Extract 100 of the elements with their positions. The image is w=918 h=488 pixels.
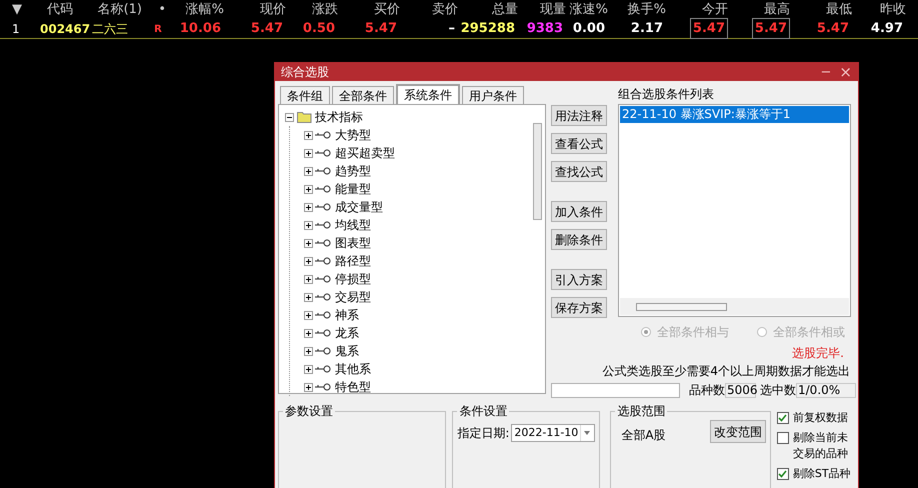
tree-item[interactable]: 均线型: [335, 216, 371, 234]
radio-label: 全部条件相与: [657, 324, 729, 341]
table-cell-text: 295288: [460, 20, 516, 38]
column-header[interactable]: 现量: [540, 0, 566, 20]
change-scope-button[interactable]: 改变范围: [710, 420, 766, 443]
scrollbar-thumb[interactable]: [533, 123, 542, 220]
action-button[interactable]: 加入条件: [551, 201, 607, 222]
close-button[interactable]: ×: [839, 64, 852, 80]
date-field[interactable]: 2022-11-10: [511, 424, 596, 442]
collapse-icon[interactable]: [285, 112, 294, 122]
table-cell-text: 5.47: [364, 20, 398, 38]
expand-icon[interactable]: [304, 166, 313, 176]
tab[interactable]: 系统条件: [396, 84, 460, 104]
table-cell-text: 5.47: [816, 20, 850, 38]
column-header[interactable]: 最低: [826, 0, 852, 20]
scrollbar-thumb[interactable]: [636, 302, 727, 310]
tree-item[interactable]: 成交量型: [335, 198, 383, 216]
expand-icon[interactable]: [304, 130, 313, 140]
group-title: 选股范围: [616, 403, 666, 420]
checkbox[interactable]: [776, 468, 789, 480]
key-icon: [315, 275, 331, 283]
expand-icon[interactable]: [304, 220, 313, 230]
expand-icon[interactable]: [304, 310, 313, 320]
expand-icon[interactable]: [304, 256, 313, 266]
folder-icon: [297, 111, 312, 123]
list-title: 组合选股条件列表: [618, 86, 715, 103]
action-button[interactable]: 引入方案: [551, 269, 607, 290]
key-icon: [315, 347, 331, 355]
tree-item[interactable]: 趋势型: [335, 162, 371, 180]
table-cell-text: 0.50: [302, 20, 336, 38]
expand-icon[interactable]: [304, 364, 313, 374]
table-cell-text: –: [448, 20, 456, 38]
key-icon: [315, 257, 331, 265]
scope-text: 全部A股: [621, 427, 666, 444]
column-header[interactable]: 最高: [764, 0, 790, 20]
checkbox-label: 剔除ST品种: [792, 466, 851, 482]
expand-icon[interactable]: [304, 346, 313, 356]
table-cell-text: 1: [12, 20, 20, 38]
column-header[interactable]: 涨跌: [312, 0, 338, 20]
tree-item[interactable]: 大势型: [335, 126, 371, 144]
action-button[interactable]: 查看公式: [551, 133, 607, 154]
checkbox[interactable]: [776, 412, 789, 424]
column-header[interactable]: 涨幅%: [186, 0, 224, 20]
expand-icon[interactable]: [304, 382, 313, 392]
list-item[interactable]: 22-11-10 暴涨SVIP:暴涨等于1: [620, 106, 849, 123]
expand-icon[interactable]: [304, 274, 313, 284]
expand-icon[interactable]: [304, 292, 313, 302]
selected-count-field: 1/0.0%: [796, 382, 856, 398]
checkbox[interactable]: [776, 432, 789, 444]
tab[interactable]: 用户条件: [462, 86, 524, 104]
minimize-button[interactable]: −: [820, 66, 832, 78]
tree-item[interactable]: 路径型: [335, 252, 371, 270]
column-header[interactable]: 涨速%: [570, 0, 608, 20]
window-title: 综合选股: [281, 64, 329, 81]
tree-item[interactable]: 其他系: [335, 360, 371, 378]
count-field: 5006: [725, 382, 756, 398]
expand-icon[interactable]: [304, 202, 313, 212]
column-header[interactable]: 总量: [492, 0, 518, 20]
column-header[interactable]: 现价: [260, 0, 286, 20]
group-title: 参数设置: [284, 403, 334, 420]
column-header[interactable]: 代码: [47, 0, 73, 20]
action-button[interactable]: 用法注释: [551, 105, 607, 126]
table-cell: 5.47: [752, 18, 790, 40]
group-title: 条件设置: [458, 403, 508, 420]
tab[interactable]: 条件组: [280, 86, 330, 104]
table-cell-text: 10.06: [178, 20, 222, 38]
expand-icon[interactable]: [304, 238, 313, 248]
action-button[interactable]: 删除条件: [551, 229, 607, 250]
tab[interactable]: 全部条件: [332, 86, 394, 104]
tree-item[interactable]: 交易型: [335, 288, 371, 306]
column-header[interactable]: 卖价: [432, 0, 458, 20]
tree-item[interactable]: 超买超卖型: [335, 144, 395, 162]
checkbox-label: 剔除当前未交易的品种: [792, 430, 849, 462]
column-header[interactable]: ▼: [12, 0, 22, 20]
action-button[interactable]: 保存方案: [551, 297, 607, 318]
key-icon: [315, 293, 331, 301]
column-header[interactable]: 名称(1): [98, 0, 142, 20]
tree-item[interactable]: 鬼系: [335, 342, 359, 360]
tree-item[interactable]: 特色型: [335, 378, 371, 396]
column-header[interactable]: 今开: [702, 0, 728, 20]
check-icon: [778, 414, 788, 422]
table-cell-text: 0.00: [572, 20, 606, 38]
column-header[interactable]: 买价: [374, 0, 400, 20]
tree-item[interactable]: 图表型: [335, 234, 371, 252]
expand-icon[interactable]: [304, 148, 313, 158]
tree-item[interactable]: 技术指标: [315, 108, 363, 126]
expand-icon[interactable]: [304, 328, 313, 338]
action-button[interactable]: 查找公式: [551, 161, 607, 182]
tree-item[interactable]: 神系: [335, 306, 359, 324]
tree-item[interactable]: 能量型: [335, 180, 371, 198]
radio-label: 全部条件相或: [773, 324, 845, 341]
table-cell-text: 9383: [526, 20, 564, 38]
column-header[interactable]: 昨收: [880, 0, 906, 20]
expand-icon[interactable]: [304, 184, 313, 194]
key-icon: [315, 203, 331, 211]
column-header[interactable]: •: [158, 0, 166, 20]
tree-item[interactable]: 龙系: [335, 324, 359, 342]
key-icon: [315, 365, 331, 373]
tree-item[interactable]: 停损型: [335, 270, 371, 288]
column-header[interactable]: 换手%: [628, 0, 666, 20]
